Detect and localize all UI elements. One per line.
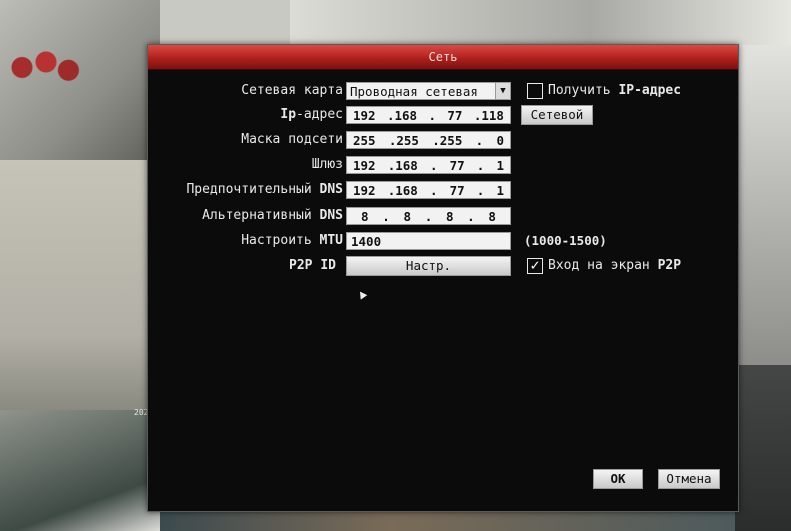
chevron-down-icon[interactable]: ▼ bbox=[495, 83, 510, 99]
camera-tile bbox=[735, 45, 791, 365]
row-mask: Маска подсети bbox=[148, 129, 343, 151]
ip-label: Ip-адрес bbox=[280, 107, 343, 122]
network-card-label: Сетевая карта bbox=[241, 83, 343, 98]
row-p2p: P2P ID bbox=[148, 255, 336, 277]
row-mtu: Настроить MTU bbox=[148, 230, 343, 252]
row-preferred-dns: Предпочтительный DNS bbox=[148, 179, 343, 201]
row-alt-dns: Альтернативный DNS bbox=[148, 205, 343, 227]
check-icon: ✓ bbox=[530, 256, 540, 274]
gateway-label: Шлюз bbox=[311, 157, 343, 172]
cancel-button[interactable]: Отмена bbox=[658, 469, 720, 489]
ok-button[interactable]: OK bbox=[593, 469, 643, 489]
p2p-login-label: Вход на экран P2P bbox=[548, 258, 682, 273]
mtu-input[interactable]: 1400 bbox=[346, 232, 511, 250]
camera-tile bbox=[160, 0, 290, 45]
alt-dns-label: Альтернативный DNS bbox=[202, 208, 343, 223]
network-button[interactable]: Сетевой bbox=[521, 105, 593, 125]
p2p-login-checkbox[interactable]: ✓ bbox=[527, 258, 543, 274]
network-card-select[interactable]: Проводная сетевая ▼ bbox=[346, 82, 511, 100]
network-card-value: Проводная сетевая bbox=[350, 84, 478, 99]
p2p-label: P2P ID bbox=[289, 258, 336, 273]
dialog-title: Сеть bbox=[148, 45, 738, 70]
p2p-setup-button[interactable]: Настр. bbox=[346, 256, 511, 276]
row-ip: Ip-адрес bbox=[148, 104, 343, 126]
mtu-range-hint: (1000-1500) bbox=[524, 233, 607, 248]
flowers-image bbox=[6, 40, 86, 95]
network-dialog: Сеть Сетевая карта Проводная сетевая ▼ П… bbox=[147, 44, 739, 512]
mouse-pointer-icon bbox=[356, 289, 368, 300]
preferred-dns-label: Предпочтительный DNS bbox=[186, 182, 343, 197]
camera-tile bbox=[290, 0, 791, 45]
get-ip-label: Получить IP-адрес bbox=[548, 83, 682, 98]
row-network-card: Сетевая карта bbox=[148, 80, 343, 102]
ip-address-input[interactable]: 192.168. 77.118 bbox=[346, 106, 511, 124]
subnet-mask-input[interactable]: 255.255.255. 0 bbox=[346, 131, 511, 149]
mask-label: Маска подсети bbox=[241, 132, 343, 147]
row-gateway: Шлюз bbox=[148, 154, 343, 176]
preferred-dns-input[interactable]: 192.168. 77. 1 bbox=[346, 181, 511, 199]
camera-tile bbox=[735, 365, 791, 531]
gateway-input[interactable]: 192.168. 77. 1 bbox=[346, 156, 511, 174]
mtu-label: Настроить MTU bbox=[241, 233, 343, 248]
get-ip-checkbox[interactable] bbox=[527, 83, 543, 99]
alt-dns-input[interactable]: 8.8.8.8 bbox=[346, 207, 511, 225]
camera-tile bbox=[0, 160, 160, 410]
camera-tile bbox=[0, 410, 160, 531]
